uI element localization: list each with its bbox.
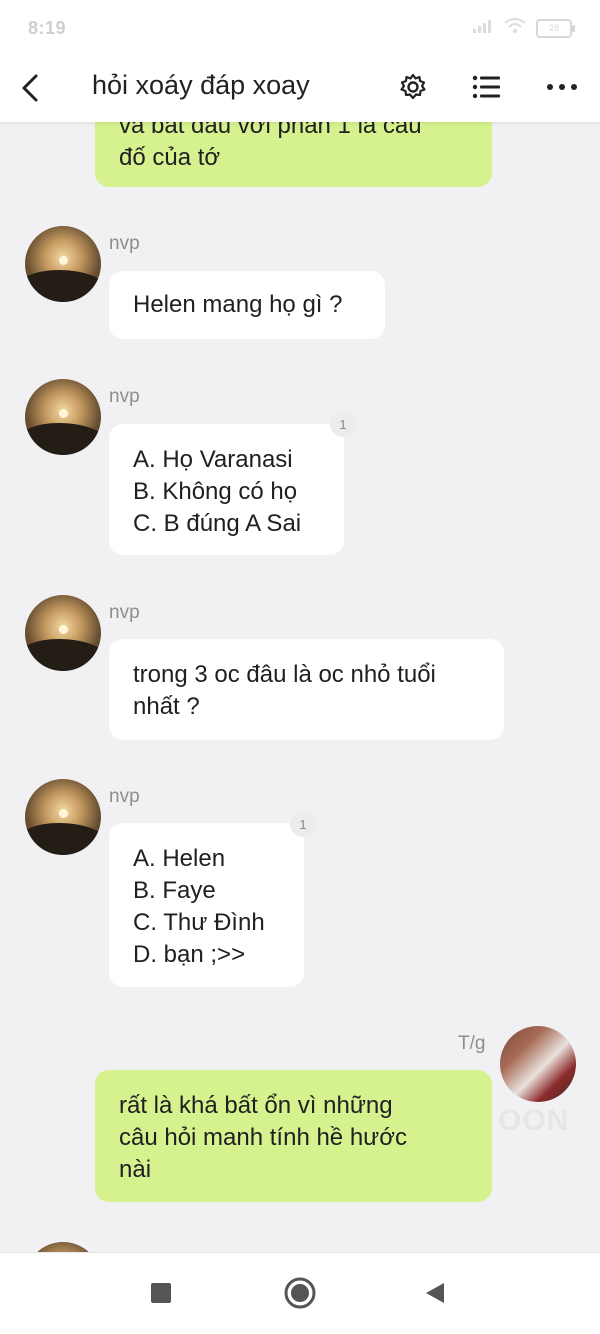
chat-scroll-area[interactable]: và bắt đầu với phần 1 là câu đố của tớ n… bbox=[0, 122, 600, 1252]
more-icon bbox=[547, 84, 577, 90]
message-line: A. Helen bbox=[133, 845, 226, 872]
back-nav-button[interactable] bbox=[417, 1275, 453, 1311]
signal-icon bbox=[472, 19, 494, 38]
reaction-count-badge[interactable]: 1 bbox=[330, 411, 356, 437]
message-line: C. B đúng A Sai bbox=[133, 510, 302, 537]
message-line: và bắt đầu với phần 1 là câu bbox=[119, 122, 422, 139]
avatar-nvp[interactable] bbox=[25, 379, 101, 455]
square-icon bbox=[151, 1283, 171, 1303]
chat-header: hỏi xoáy đáp xoay bbox=[0, 56, 600, 122]
avatar-nvp[interactable] bbox=[25, 779, 101, 855]
message-bubble-outgoing[interactable]: rất là khá bất ổn vì những câu hỏi manh … bbox=[95, 1070, 492, 1202]
system-navigation-bar bbox=[0, 1252, 600, 1334]
message-bubble-incoming[interactable]: trong 3 oc đâu là oc nhỏ tuổi nhất ? bbox=[109, 639, 504, 740]
sender-name: nvp bbox=[109, 786, 140, 807]
home-circle-icon bbox=[284, 1277, 316, 1309]
message-line: B. Không có họ bbox=[133, 478, 298, 505]
message-line: A. Họ Varanasi bbox=[133, 446, 293, 473]
battery-icon: 28 bbox=[536, 18, 575, 38]
back-icon bbox=[22, 74, 38, 102]
sender-name: nvp bbox=[109, 386, 140, 407]
status-bar: 8:19 28 bbox=[0, 0, 600, 56]
message-line: nhất ? bbox=[133, 693, 200, 720]
status-icons: 28 bbox=[472, 17, 575, 39]
settings-button[interactable] bbox=[392, 66, 434, 108]
chat-title: hỏi xoáy đáp xoay bbox=[92, 70, 310, 100]
message-line: đố của tớ bbox=[119, 144, 221, 171]
message-line: B. Faye bbox=[133, 877, 216, 904]
triangle-back-icon bbox=[426, 1283, 444, 1303]
list-button[interactable] bbox=[466, 66, 508, 108]
back-button[interactable] bbox=[12, 68, 48, 108]
sender-name: T/g bbox=[458, 1033, 486, 1054]
message-line: trong 3 oc đâu là oc nhỏ tuổi bbox=[133, 661, 436, 688]
sender-name: nvp bbox=[109, 602, 140, 623]
message-bubble-incoming[interactable]: Helen mang họ gì ? bbox=[109, 271, 385, 339]
home-button[interactable] bbox=[282, 1275, 318, 1311]
more-button[interactable] bbox=[541, 66, 583, 108]
list-icon bbox=[472, 75, 500, 99]
message-bubble-outgoing[interactable]: và bắt đầu với phần 1 là câu đố của tớ bbox=[95, 122, 492, 187]
sender-name: nvp bbox=[109, 233, 140, 254]
message-line: câu hỏi manh tính hề hước bbox=[119, 1124, 407, 1151]
message-line: rất là khá bất ổn vì những bbox=[119, 1092, 393, 1119]
avatar-nvp[interactable] bbox=[25, 1242, 101, 1252]
message-line: D. bạn ;>> bbox=[133, 941, 246, 968]
reaction-count-badge[interactable]: 1 bbox=[290, 811, 316, 837]
avatar-nvp[interactable] bbox=[25, 595, 101, 671]
avatar-tg[interactable] bbox=[500, 1026, 576, 1102]
message-line: C. Thư Đình bbox=[133, 909, 265, 936]
message-line: nài bbox=[119, 1156, 152, 1183]
gear-icon bbox=[400, 73, 426, 100]
message-bubble-incoming[interactable]: A. Họ Varanasi B. Không có họ C. B đúng … bbox=[109, 424, 344, 555]
recent-apps-button[interactable] bbox=[143, 1275, 179, 1311]
message-line: Helen mang họ gì ? bbox=[133, 291, 343, 318]
avatar-nvp[interactable] bbox=[25, 226, 101, 302]
status-time: 8:19 bbox=[28, 17, 67, 38]
message-bubble-incoming[interactable]: A. Helen B. Faye C. Thư Đình D. bạn ;>> bbox=[109, 823, 304, 987]
battery-level: 28 bbox=[548, 23, 559, 33]
wifi-icon bbox=[504, 17, 526, 39]
watermark-logo: OON bbox=[498, 1104, 570, 1137]
